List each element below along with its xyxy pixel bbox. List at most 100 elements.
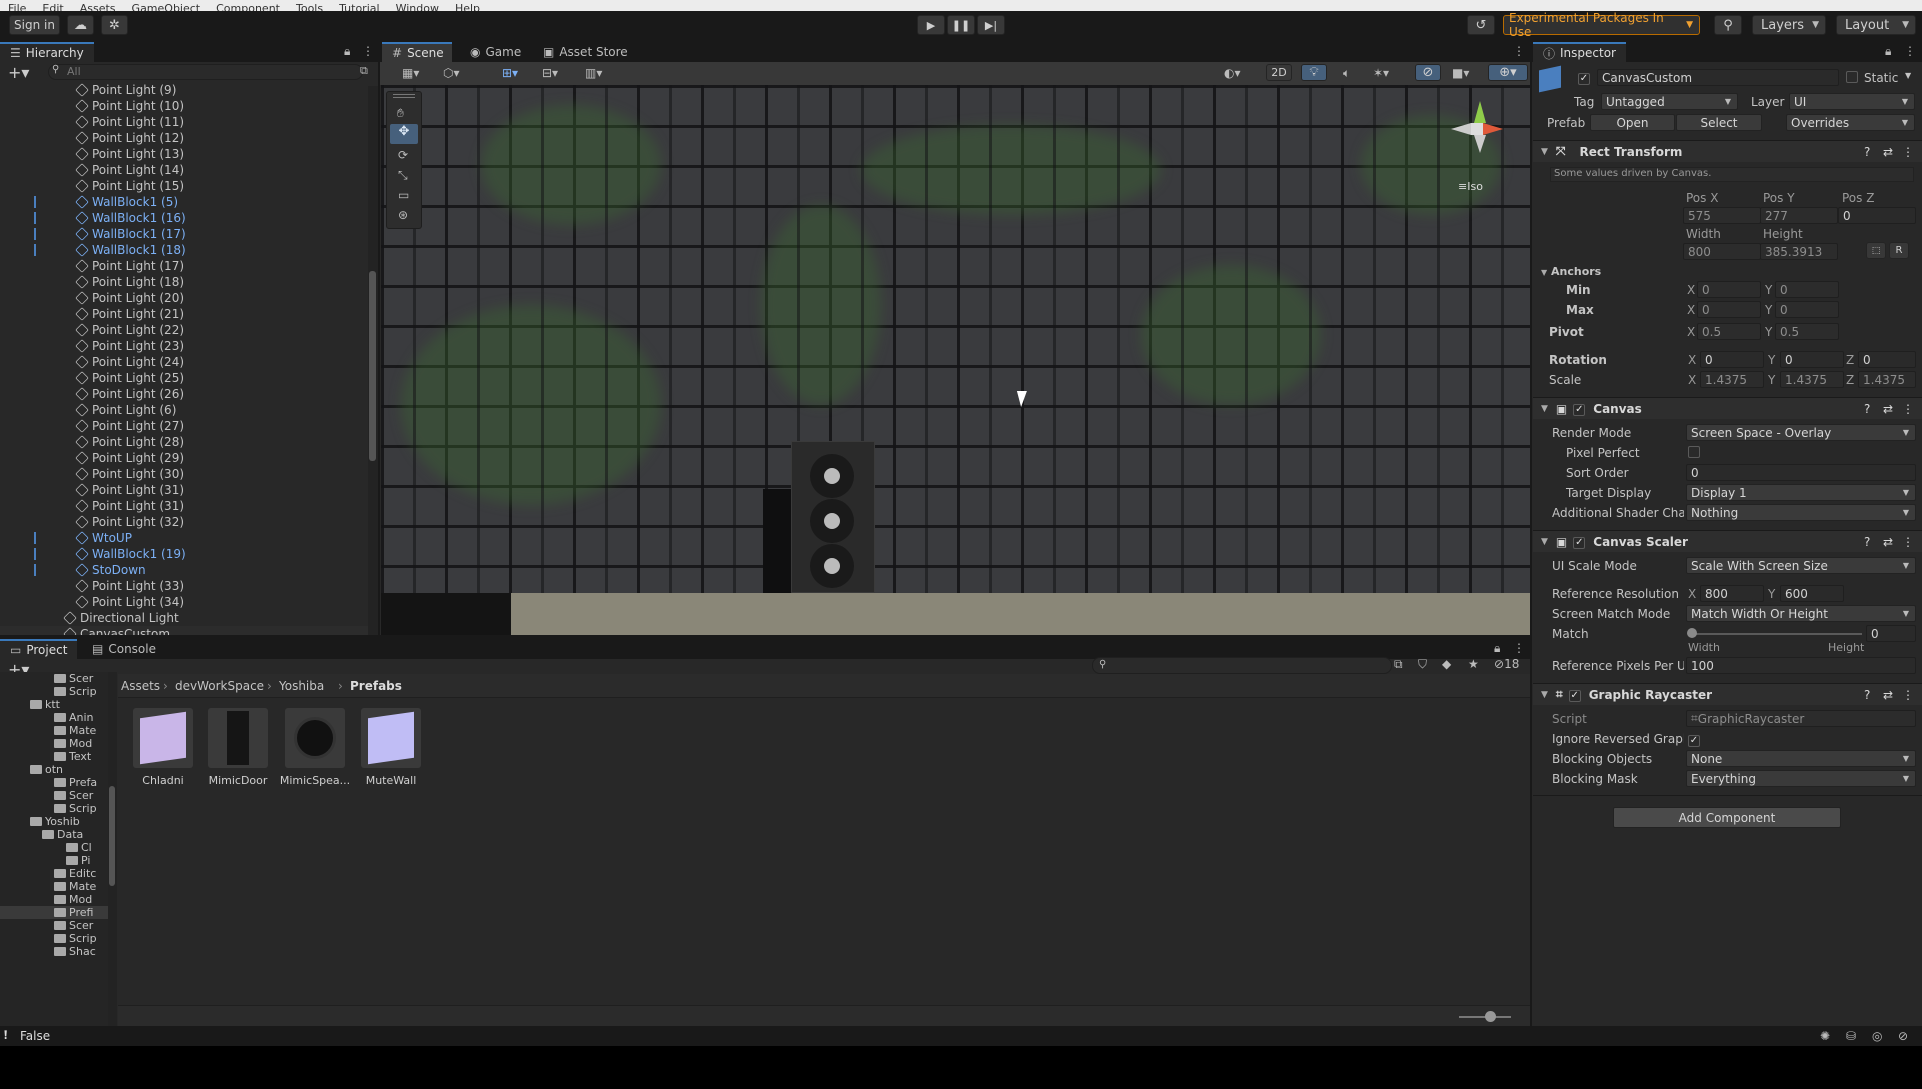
add-icon[interactable]: +▾ [8, 63, 29, 82]
preset-icon[interactable]: ⇄ [1883, 145, 1893, 159]
iso-label[interactable]: ≡Iso [1458, 180, 1483, 193]
shading-mode-icon[interactable]: ▦▾ [402, 66, 419, 80]
rotate-tool-icon[interactable]: ⟳ [398, 148, 408, 162]
lighting-icon[interactable]: 💡︎ [1301, 64, 1327, 81]
foldout-arrow-icon[interactable]: ▼ [1541, 690, 1548, 700]
preset-icon[interactable]: ⇄ [1883, 402, 1893, 416]
hierarchy-item[interactable]: Point Light (22) [0, 322, 368, 338]
hierarchy-search-input[interactable]: All [48, 64, 363, 80]
audio-icon[interactable]: 🔈︎ [1343, 66, 1350, 81]
posx-field[interactable]: 575 [1683, 207, 1761, 224]
lighting-bake-icon[interactable]: ◎ [1872, 1029, 1882, 1043]
asset-chladni[interactable]: Chladni [127, 708, 199, 798]
project-folder-item[interactable]: Pi [0, 854, 108, 867]
hierarchy-item[interactable]: Point Light (30) [0, 466, 368, 482]
match-slider-track[interactable] [1692, 633, 1862, 635]
scene-gizmo[interactable] [1441, 95, 1516, 175]
layer-dropdown[interactable]: UI ▼ [1789, 93, 1915, 110]
scene-filter-icon[interactable]: ⧉ [360, 64, 368, 78]
asset-mimicspeaker[interactable]: MimicSpea... [279, 708, 351, 798]
blocking-mask-dropdown[interactable]: Everything ▼ [1686, 770, 1916, 787]
component-menu-icon[interactable]: ⋮ [1902, 535, 1914, 549]
inspector-lock-icon[interactable]: 🔒︎ [1885, 44, 1891, 59]
breadcrumb-yoshiba[interactable]: Yoshiba [279, 679, 324, 693]
filter-label-icon[interactable]: ⛉ [1418, 657, 1427, 672]
hierarchy-item[interactable]: WallBlock1 (16) [0, 210, 368, 226]
search-icon[interactable]: ⚲ [1714, 15, 1742, 35]
match-slider-thumb[interactable] [1687, 628, 1697, 638]
tag-icon[interactable]: ◆ [1442, 657, 1451, 671]
scene-viewport[interactable]: ✋︎ ✥ ⟳ ⤡ ▭ ⊛ ≡Iso [381, 85, 1530, 635]
posz-field[interactable]: 0 [1838, 207, 1916, 224]
more-icon[interactable]: ⋮ [362, 44, 374, 58]
move-tool-icon[interactable]: ✥ [390, 124, 418, 144]
hierarchy-item[interactable]: Point Light (13) [0, 146, 368, 162]
pause-button[interactable]: ❚❚ [947, 15, 975, 35]
favorite-star-icon[interactable]: ★ [1468, 657, 1479, 671]
tab-scene[interactable]: # Scene [382, 42, 452, 62]
raw-edit-button[interactable]: R [1889, 242, 1909, 259]
increment-snap-icon[interactable]: ▥▾ [585, 66, 602, 80]
height-field[interactable]: 385.3913 [1760, 243, 1838, 260]
tab-console[interactable]: ▤ Console [82, 639, 166, 659]
project-folder-item[interactable]: Scrip [0, 685, 108, 698]
tab-game[interactable]: ◉ Game [460, 42, 531, 62]
step-button[interactable]: ▶| [977, 15, 1005, 35]
tab-inspector[interactable]: ⓘ Inspector [1533, 42, 1626, 62]
project-folder-item[interactable]: Prefi [0, 906, 108, 919]
tab-asset-store[interactable]: ▣ Asset Store [533, 42, 638, 62]
pixel-perfect-checkbox[interactable] [1688, 446, 1700, 461]
hierarchy-item[interactable]: Point Light (18) [0, 274, 368, 290]
max-x-field[interactable]: 0 [1697, 301, 1761, 318]
width-field[interactable]: 800 [1683, 243, 1761, 260]
rotation-y-field[interactable]: 0 [1780, 351, 1844, 368]
project-folder-item[interactable]: Text [0, 750, 108, 763]
prefab-open-button[interactable]: Open [1590, 114, 1675, 131]
hierarchy-item[interactable]: Point Light (24) [0, 354, 368, 370]
screen-match-mode-dropdown[interactable]: Match Width Or Height ▼ [1686, 605, 1916, 622]
hierarchy-item[interactable]: Point Light (21) [0, 306, 368, 322]
hierarchy-item[interactable]: Point Light (6) [0, 402, 368, 418]
rect-tool-icon[interactable]: ▭ [398, 188, 409, 202]
hierarchy-item[interactable]: WallBlock1 (18) [0, 242, 368, 258]
speaker-object[interactable] [791, 441, 875, 593]
active-checkbox[interactable]: ✓ [1578, 70, 1590, 85]
visibility-icon[interactable]: ⊘ [1415, 64, 1441, 81]
hierarchy-item[interactable]: WtoUP [0, 530, 368, 546]
zoom-slider-thumb[interactable] [1485, 1011, 1496, 1022]
project-folder-item[interactable]: Mate [0, 724, 108, 737]
hierarchy-item[interactable]: Point Light (14) [0, 162, 368, 178]
hierarchy-item[interactable]: WallBlock1 (5) [0, 194, 368, 210]
cloud-icon[interactable]: ☁ [67, 15, 94, 35]
scale-x-field[interactable]: 1.4375 [1700, 371, 1764, 388]
rect-transform-header[interactable]: ▼ ⤧ Rect Transform ? ⇄ ⋮ [1533, 140, 1922, 162]
play-button[interactable]: ▶ [917, 15, 945, 35]
static-checkbox[interactable] [1846, 71, 1858, 86]
project-folder-item[interactable]: Yoshib [0, 815, 108, 828]
project-folder-item[interactable]: Mate [0, 880, 108, 893]
component-menu-icon[interactable]: ⋮ [1902, 145, 1914, 159]
draw-mode-icon[interactable]: ⬡▾ [443, 66, 460, 80]
help-icon[interactable]: ? [1864, 688, 1870, 702]
rotation-x-field[interactable]: 0 [1700, 351, 1764, 368]
canvas-enabled-checkbox[interactable]: ✓ [1573, 401, 1586, 416]
pivot-y-field[interactable]: 0.5 [1775, 323, 1839, 340]
help-icon[interactable]: ? [1864, 402, 1870, 416]
project-folder-item[interactable]: Anin [0, 711, 108, 724]
ui-scale-mode-dropdown[interactable]: Scale With Screen Size ▼ [1686, 557, 1916, 574]
raycaster-enabled-checkbox[interactable]: ✓ [1568, 687, 1581, 702]
prefab-select-button[interactable]: Select [1676, 114, 1762, 131]
target-display-dropdown[interactable]: Display 1 ▼ [1686, 484, 1916, 501]
hierarchy-item[interactable]: Point Light (34) [0, 594, 368, 610]
debug-icon[interactable]: ✺ [1820, 1029, 1830, 1043]
project-folder-item[interactable]: Shac [0, 945, 108, 958]
hand-tool-icon[interactable]: ✋︎ [397, 106, 404, 121]
project-folder-item[interactable]: Prefa [0, 776, 108, 789]
scene-more-icon[interactable]: ⋮ [1513, 44, 1525, 58]
gizmo-neg-y-axis[interactable] [1474, 135, 1486, 153]
gizmo-center[interactable] [1471, 123, 1483, 135]
project-folder-item[interactable]: Mod [0, 893, 108, 906]
canvas-scaler-enabled-checkbox[interactable]: ✓ [1573, 534, 1586, 549]
tab-project[interactable]: ▭ Project [0, 639, 78, 659]
hierarchy-item[interactable]: Point Light (31) [0, 498, 368, 514]
